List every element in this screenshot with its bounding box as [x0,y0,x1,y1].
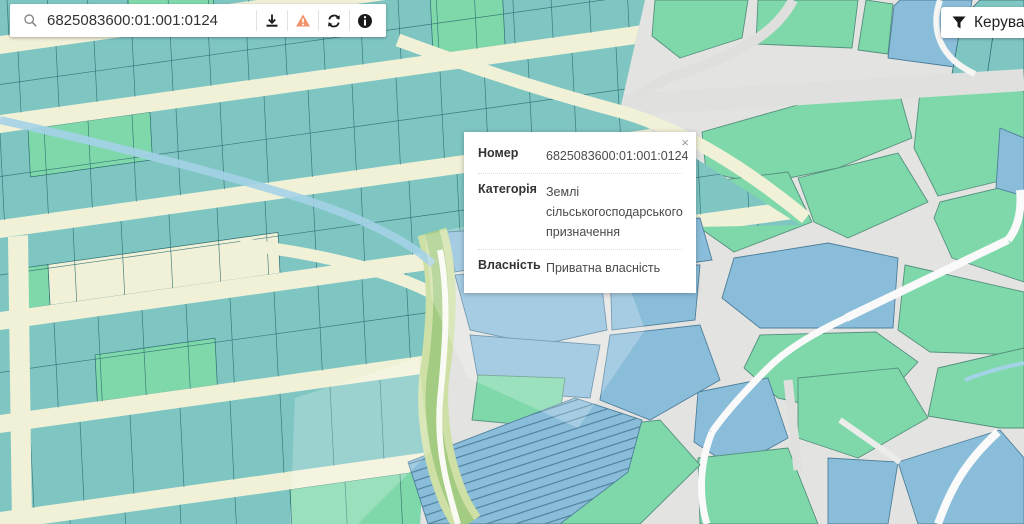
close-icon[interactable]: × [679,134,691,151]
popup-row-number: Номер 6825083600:01:001:0124 [478,138,682,174]
info-button[interactable] [349,10,380,31]
download-button[interactable] [256,10,287,31]
search-input[interactable] [43,12,256,29]
manage-layers-button[interactable]: Керуван [941,7,1024,38]
download-icon [264,13,280,29]
refresh-icon [326,13,342,29]
popup-label: Номер [478,146,546,166]
refresh-button[interactable] [318,10,349,31]
filter-funnel-icon [952,16,966,29]
popup-row-ownership: Власність Приватна власність [478,250,682,285]
popup-label: Категорія [478,182,546,242]
warning-button[interactable] [287,10,318,31]
search-icon [10,13,43,29]
popup-row-category: Категорія Землі сільськогосподарського п… [478,174,682,250]
parcel-category-value: Землі сільськогосподарського призначення [546,182,683,242]
popup-label: Власність [478,258,546,278]
parcel-info-popup: × Номер 6825083600:01:001:0124 Категорія… [464,132,696,293]
manage-button-label: Керуван [974,14,1024,32]
info-icon [357,13,373,29]
parcel-number-value: 6825083600:01:001:0124 [546,146,689,166]
warning-triangle-icon [295,13,311,28]
parcel-ownership-value: Приватна власність [546,258,660,278]
search-bar [10,4,386,37]
